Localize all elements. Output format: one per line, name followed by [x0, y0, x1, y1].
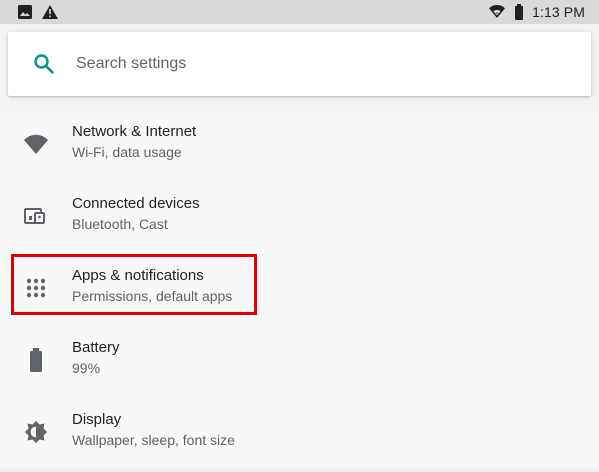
settings-item-title: Apps & notifications: [72, 267, 204, 284]
settings-item-subtitle: Wallpaper, sleep, font size: [72, 432, 235, 448]
status-time: 1:13 PM: [532, 4, 585, 20]
settings-list: Network & Internet Wi-Fi, data usage Con…: [0, 112, 599, 468]
wifi-icon: [22, 130, 50, 158]
settings-item-title: Display: [72, 411, 122, 428]
search-input[interactable]: Search settings: [76, 53, 186, 75]
search-card[interactable]: Search settings: [8, 32, 591, 96]
settings-item-connected-devices[interactable]: Connected devices Bluetooth, Cast: [0, 184, 599, 256]
settings-item-subtitle: Permissions, default apps: [72, 288, 233, 304]
search-icon: [32, 52, 56, 76]
settings-item-battery[interactable]: Battery 99%: [0, 328, 599, 400]
status-bar: 1:13 PM: [0, 0, 599, 24]
settings-item-title: Connected devices: [72, 195, 200, 212]
wifi-icon: [488, 5, 506, 19]
brightness-icon: [22, 418, 50, 446]
settings-item-subtitle: 99%: [72, 360, 101, 376]
devices-icon: [22, 202, 50, 230]
status-left-icons: [18, 4, 58, 20]
settings-item-network-internet[interactable]: Network & Internet Wi-Fi, data usage: [0, 112, 599, 184]
battery-icon: [514, 4, 524, 20]
image-icon: [18, 5, 32, 19]
status-right-area: 1:13 PM: [488, 0, 585, 24]
settings-item-title: Network & Internet: [72, 123, 197, 140]
battery-icon: [22, 346, 50, 374]
settings-item-subtitle: Bluetooth, Cast: [72, 216, 168, 232]
settings-item-display[interactable]: Display Wallpaper, sleep, font size: [0, 400, 599, 472]
settings-item-subtitle: Wi-Fi, data usage: [72, 144, 182, 160]
settings-item-apps-notifications[interactable]: Apps & notifications Permissions, defaul…: [0, 256, 599, 328]
apps-grid-icon: [22, 274, 50, 302]
settings-item-title: Battery: [72, 339, 120, 356]
warning-icon: [42, 5, 58, 19]
